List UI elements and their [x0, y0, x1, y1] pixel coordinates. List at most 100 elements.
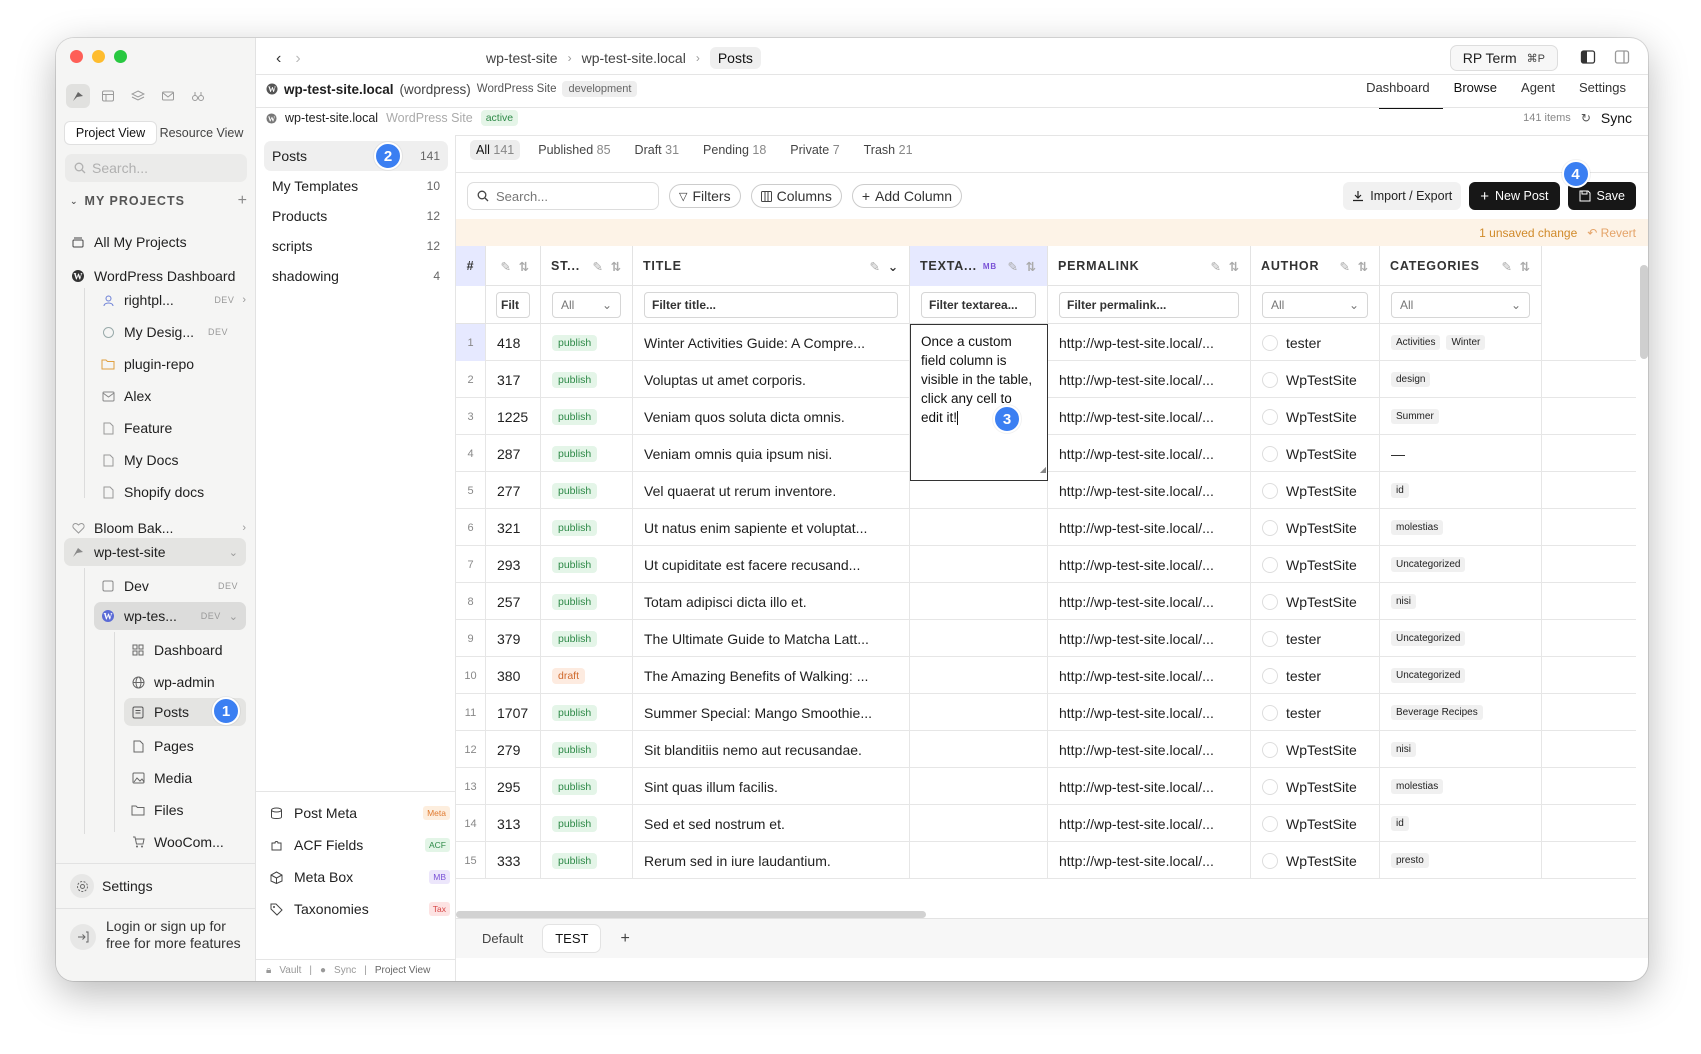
post-meta-item[interactable]: Post Meta Meta	[270, 799, 450, 827]
filters-button[interactable]: ▽ Filters	[669, 184, 741, 208]
sidebar-item-feature[interactable]: Feature	[100, 414, 246, 442]
table-tool-icon[interactable]	[96, 84, 120, 108]
table-row[interactable]: 8 257 publish Totam adipisci dicta illo et.…	[456, 583, 1636, 620]
categories-cell[interactable]: nisi	[1380, 583, 1542, 620]
binoculars-tool-icon[interactable]	[186, 84, 210, 108]
collection-my-templates[interactable]: My Templates 10	[264, 171, 448, 201]
sidebar-item-pages[interactable]: Pages	[130, 732, 246, 760]
categories-cell[interactable]: Beverage Recipes	[1380, 694, 1542, 731]
id-cell[interactable]: 321	[486, 509, 541, 546]
author-cell[interactable]: WpTestSite	[1251, 768, 1380, 805]
author-cell[interactable]: WpTestSite	[1251, 509, 1380, 546]
resize-handle-icon[interactable]: ◢	[1040, 460, 1046, 479]
textarea-cell[interactable]	[910, 509, 1048, 546]
sort-icon[interactable]: ⇅	[519, 259, 530, 274]
status-filter-select[interactable]: All ⌄	[552, 292, 621, 318]
sidebar-item-rightpl[interactable]: rightpl... DEV ›	[100, 286, 246, 314]
col-header-permalink[interactable]: PERMALINK ✎ ⇅	[1048, 246, 1251, 286]
table-row[interactable]: 15 333 publish Rerum sed in iure laudantium…	[456, 842, 1636, 879]
table-row[interactable]: 11 1707 publish Summer Special: Mango Smoot…	[456, 694, 1636, 731]
permalink-cell[interactable]: http://wp-test-site.local/...	[1048, 324, 1251, 361]
sidebar-item-files[interactable]: Files	[130, 796, 246, 824]
id-cell[interactable]: 277	[486, 472, 541, 509]
author-cell[interactable]: tester	[1251, 694, 1380, 731]
status-cell[interactable]: publish	[541, 546, 633, 583]
view-tab-test[interactable]: TEST	[543, 925, 601, 952]
title-cell[interactable]: The Ultimate Guide to Matcha Latt...	[633, 620, 910, 657]
taxonomies-item[interactable]: Taxonomies Tax	[270, 895, 450, 923]
sidebar-item-my-docs[interactable]: My Docs	[100, 446, 246, 474]
title-cell[interactable]: Ut cupiditate est facere recusand...	[633, 546, 910, 583]
title-cell[interactable]: Ut natus enim sapiente et voluptat...	[633, 509, 910, 546]
title-cell[interactable]: Rerum sed in iure laudantium.	[633, 842, 910, 879]
permalink-cell[interactable]: http://wp-test-site.local/...	[1048, 694, 1251, 731]
settings-item[interactable]: Settings	[70, 872, 246, 900]
textarea-cell[interactable]	[910, 583, 1048, 620]
author-cell[interactable]: WpTestSite	[1251, 435, 1380, 472]
author-cell[interactable]: WpTestSite	[1251, 398, 1380, 435]
login-prompt[interactable]: Login or sign up for free for more featu…	[70, 918, 246, 952]
author-cell[interactable]: tester	[1251, 657, 1380, 694]
sort-icon[interactable]: ⇅	[1520, 259, 1531, 274]
title-cell[interactable]: Sed et sed nostrum et.	[633, 805, 910, 842]
collection-posts[interactable]: Posts 2 141	[264, 141, 448, 171]
status-cell[interactable]: publish	[541, 583, 633, 620]
status-cell[interactable]: publish	[541, 324, 633, 361]
columns-button[interactable]: Columns	[750, 184, 842, 208]
categories-cell[interactable]: molestias	[1380, 509, 1542, 546]
permalink-cell[interactable]: http://wp-test-site.local/...	[1048, 472, 1251, 509]
sidebar-item-woocommerce[interactable]: WooCom...	[130, 828, 246, 856]
textarea-cell[interactable]	[910, 842, 1048, 879]
tab-settings[interactable]: Settings	[1579, 80, 1626, 95]
col-header-categories[interactable]: CATEGORIES ✎ ⇅	[1380, 246, 1542, 286]
breadcrumb-item[interactable]: wp-test-site.local	[582, 50, 686, 66]
categories-cell[interactable]: presto	[1380, 842, 1542, 879]
title-cell[interactable]: Veniam quos soluta dicta omnis.	[633, 398, 910, 435]
collection-shadowing[interactable]: shadowing 4	[264, 261, 448, 291]
sidebar-item-plugin-repo[interactable]: plugin-repo	[100, 350, 246, 378]
sidebar-item-alex[interactable]: Alex	[100, 382, 246, 410]
status-cell[interactable]: publish	[541, 472, 633, 509]
sidebar-item-all-projects[interactable]: All My Projects	[70, 228, 246, 256]
author-cell[interactable]: WpTestSite	[1251, 842, 1380, 879]
textarea-cell[interactable]	[910, 657, 1048, 694]
col-header-title[interactable]: TITLE ✎ ⌄	[633, 246, 910, 286]
categories-cell[interactable]: Activities Winter	[1380, 324, 1542, 361]
status-cell[interactable]: publish	[541, 398, 633, 435]
textarea-cell[interactable]	[910, 768, 1048, 805]
refresh-icon[interactable]: ↻	[1581, 111, 1591, 125]
status-cell[interactable]: publish	[541, 361, 633, 398]
col-header-textarea[interactable]: TEXTA... MB ✎ ⇅	[910, 246, 1048, 286]
title-cell[interactable]: Voluptas ut amet corporis.	[633, 361, 910, 398]
id-cell[interactable]: 295	[486, 768, 541, 805]
author-cell[interactable]: WpTestSite	[1251, 472, 1380, 509]
permalink-cell[interactable]: http://wp-test-site.local/...	[1048, 805, 1251, 842]
tab-browse[interactable]: Browse	[1454, 80, 1497, 95]
sort-icon[interactable]: ⇅	[611, 259, 622, 274]
id-cell[interactable]: 1225	[486, 398, 541, 435]
col-header-status[interactable]: ST... ✎ ⇅	[541, 246, 633, 286]
id-cell[interactable]: 313	[486, 805, 541, 842]
categories-cell[interactable]: id	[1380, 805, 1542, 842]
title-cell[interactable]: The Amazing Benefits of Walking: ...	[633, 657, 910, 694]
author-cell[interactable]: WpTestSite	[1251, 805, 1380, 842]
edit-icon[interactable]: ✎	[1501, 259, 1512, 274]
id-cell[interactable]: 333	[486, 842, 541, 879]
author-cell[interactable]: WpTestSite	[1251, 731, 1380, 768]
categories-cell[interactable]: nisi	[1380, 731, 1542, 768]
title-cell[interactable]: Winter Activities Guide: A Compre...	[633, 324, 910, 361]
textarea-cell[interactable]	[910, 805, 1048, 842]
back-icon[interactable]: ‹	[276, 50, 281, 68]
meta-box-item[interactable]: Meta Box MB	[270, 863, 450, 891]
edit-icon[interactable]: ✎	[500, 259, 511, 274]
layers-tool-icon[interactable]	[126, 84, 150, 108]
permalink-cell[interactable]: http://wp-test-site.local/...	[1048, 398, 1251, 435]
sidebar-right-toggle-icon[interactable]	[1614, 49, 1630, 65]
sidebar-item-posts[interactable]: Posts 1	[124, 697, 246, 726]
table-row[interactable]: 7 293 publish Ut cupiditate est facere recu…	[456, 546, 1636, 583]
title-cell[interactable]: Veniam omnis quia ipsum nisi.	[633, 435, 910, 472]
status-cell[interactable]: publish	[541, 620, 633, 657]
categories-filter-select[interactable]: All ⌄	[1391, 292, 1530, 318]
author-cell[interactable]: WpTestSite	[1251, 361, 1380, 398]
title-cell[interactable]: Sint quas illum facilis.	[633, 768, 910, 805]
